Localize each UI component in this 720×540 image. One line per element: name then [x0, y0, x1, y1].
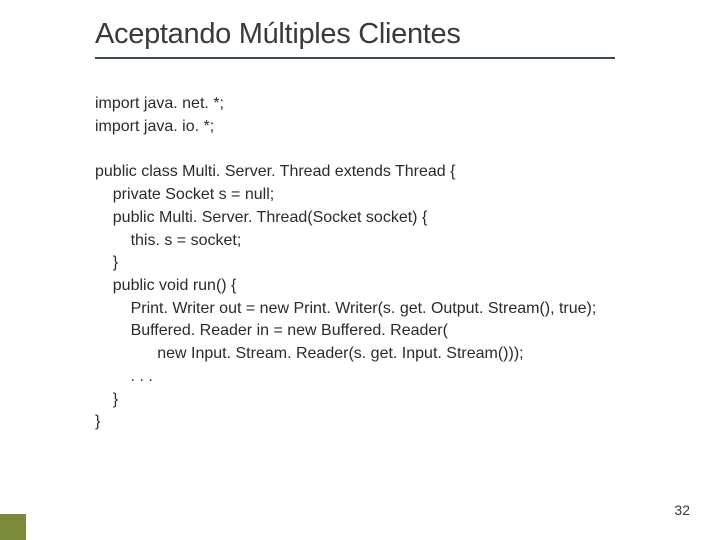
title-underline	[95, 57, 615, 59]
code-line: }	[95, 411, 720, 434]
slide-title: Aceptando Múltiples Clientes	[95, 18, 720, 51]
code-line: this. s = socket;	[95, 230, 720, 253]
code-line: private Socket s = null;	[95, 184, 720, 207]
code-line: public void run() {	[95, 275, 720, 298]
code-line: Print. Writer out = new Print. Writer(s.…	[95, 298, 720, 321]
code-line: new Input. Stream. Reader(s. get. Input.…	[95, 343, 720, 366]
page-number: 32	[674, 502, 690, 518]
code-line: }	[95, 389, 720, 412]
code-line: }	[95, 252, 720, 275]
code-line: import java. io. *;	[95, 116, 720, 139]
code-line: public Multi. Server. Thread(Socket sock…	[95, 207, 720, 230]
blank-line	[95, 138, 720, 161]
code-line: . . .	[95, 366, 720, 389]
code-line: Buffered. Reader in = new Buffered. Read…	[95, 320, 720, 343]
code-line: import java. net. *;	[95, 93, 720, 116]
slide: Aceptando Múltiples Clientes import java…	[0, 0, 720, 540]
code-block: import java. net. *; import java. io. *;…	[95, 93, 720, 434]
accent-decoration	[0, 514, 26, 540]
code-line: public class Multi. Server. Thread exten…	[95, 161, 720, 184]
